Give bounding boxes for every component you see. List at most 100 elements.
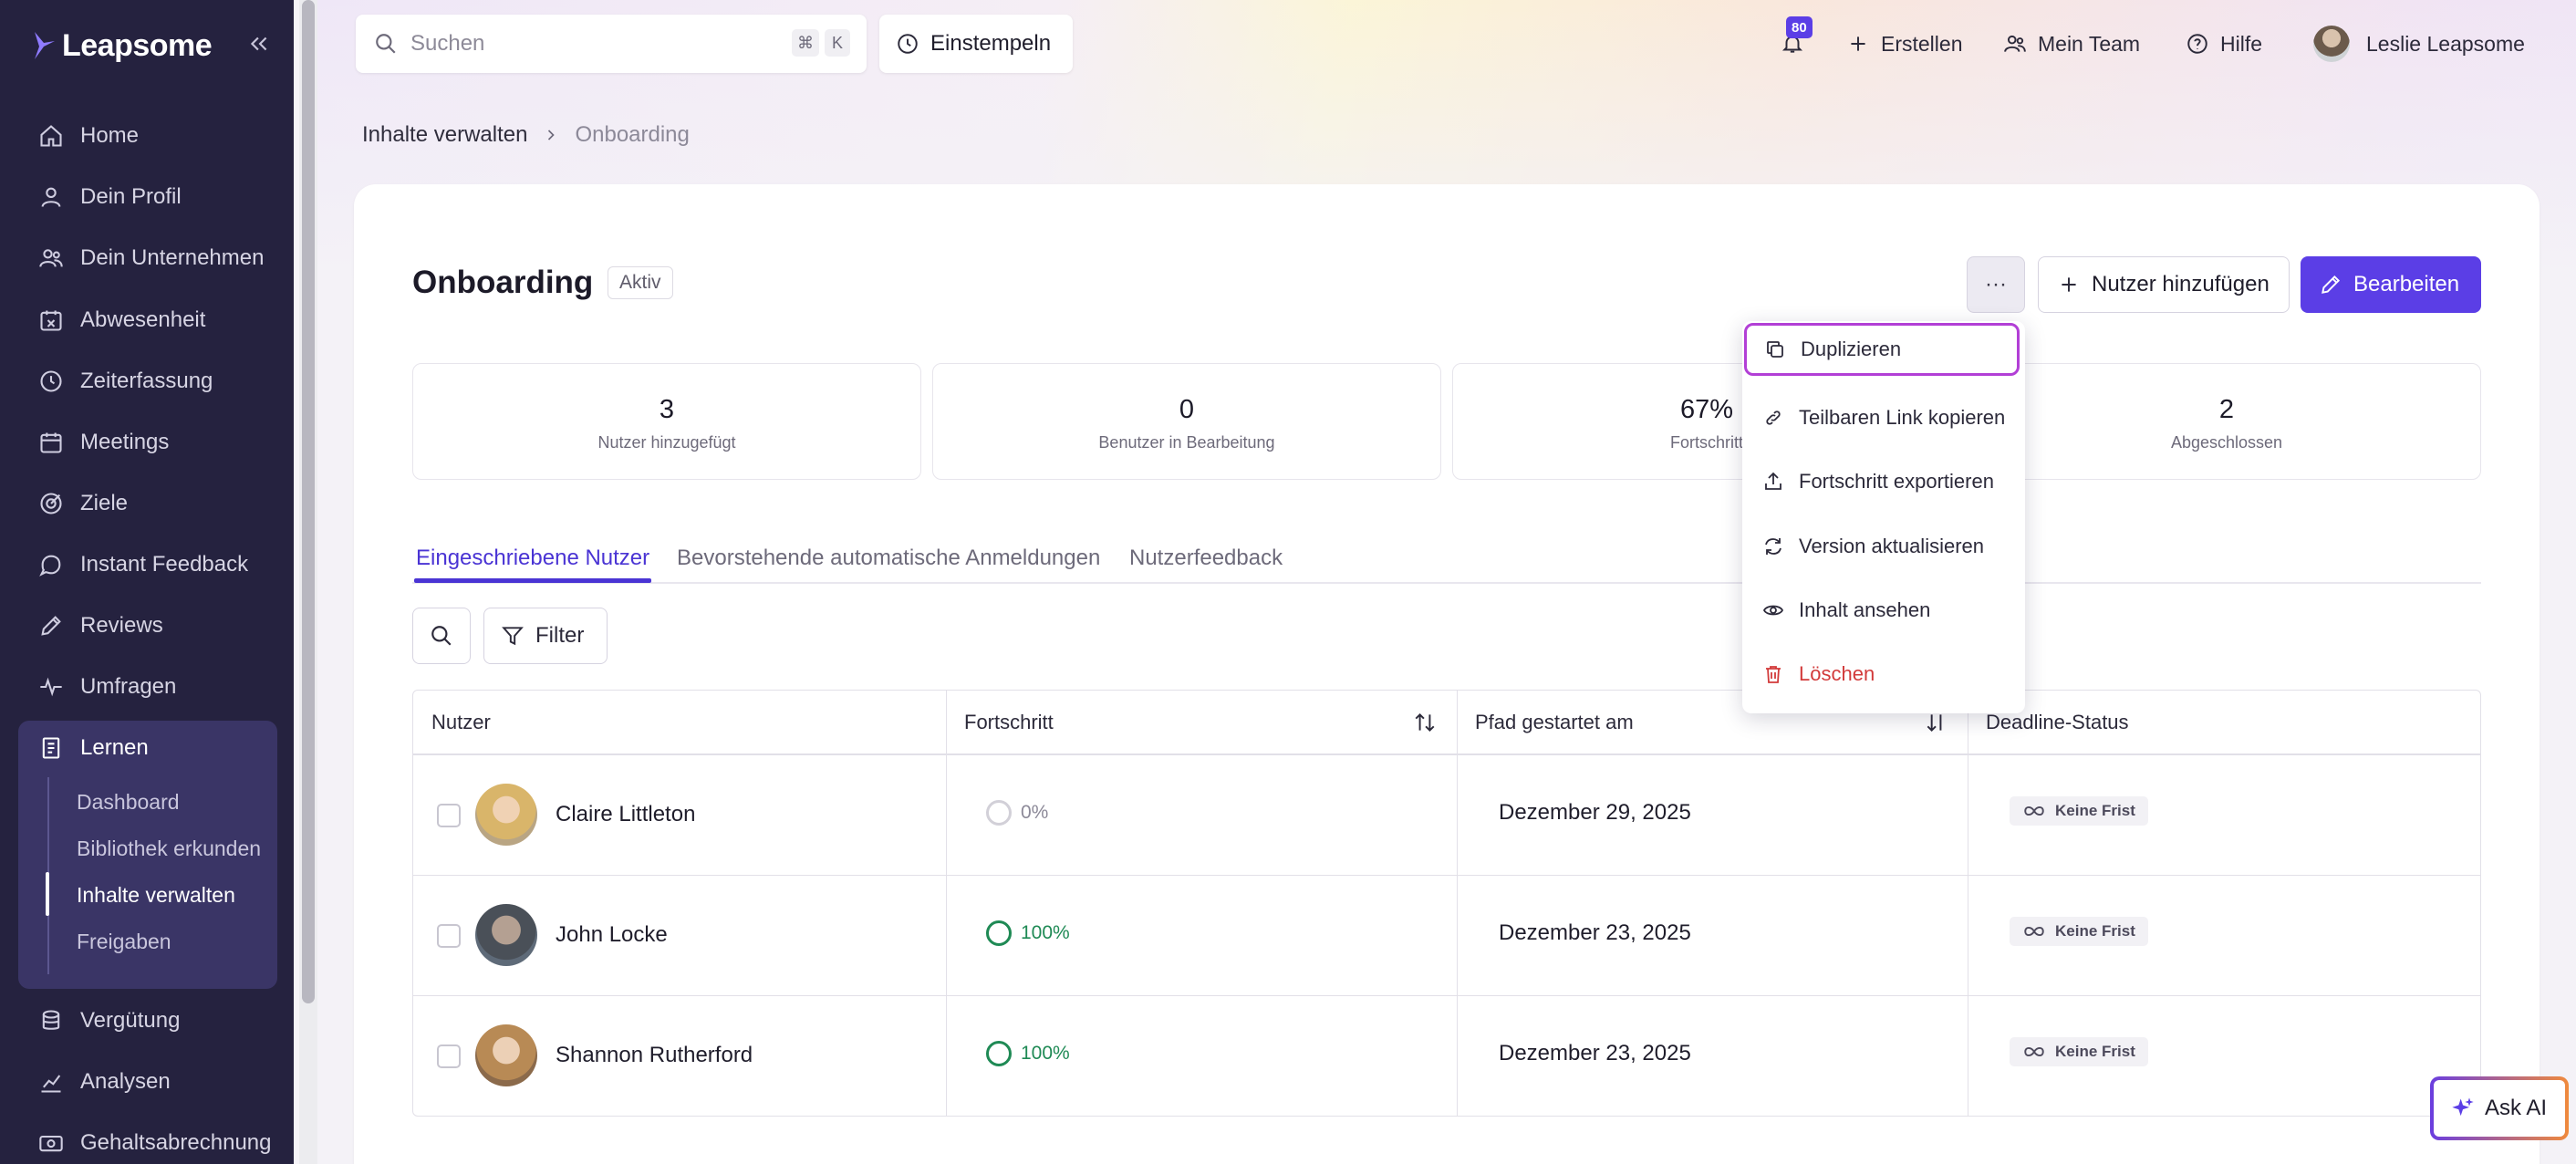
subnav-item-approvals[interactable]: Freigaben	[77, 919, 171, 964]
search-icon	[376, 34, 396, 54]
sort-icon[interactable]	[1413, 711, 1437, 734]
menu-item-copy-share-link[interactable]: Teilbaren Link kopieren	[1742, 391, 2025, 444]
subnav-active-indicator	[46, 872, 49, 916]
help-icon	[2187, 34, 2207, 54]
shortcut-key-cmd: ⌘	[792, 29, 819, 57]
tab-enrolled-users[interactable]: Eingeschriebene Nutzer	[416, 535, 649, 582]
menu-item-duplicate[interactable]: Duplizieren	[1744, 323, 2020, 376]
edit-label: Bearbeiten	[2353, 272, 2460, 296]
clock-in-label: Einstempeln	[930, 31, 1052, 56]
menu-item-export-progress[interactable]: Fortschritt exportieren	[1742, 455, 2025, 508]
user-name[interactable]: Shannon Rutherford	[556, 1043, 753, 1068]
ask-ai-button[interactable]: Ask AI	[2430, 1076, 2569, 1140]
column-header-user[interactable]: Nutzer	[413, 691, 946, 754]
sidebar-item-learning[interactable]: Lernen	[18, 722, 275, 774]
sidebar-item-home[interactable]: Home	[18, 110, 275, 161]
search-input[interactable]: Suchen ⌘ K	[356, 15, 867, 73]
page-title: Onboarding	[412, 265, 594, 300]
pulse-icon	[40, 677, 62, 697]
row-checkbox[interactable]	[437, 924, 461, 948]
sidebar-item-analytics[interactable]: Analysen	[18, 1056, 275, 1107]
tab-user-feedback[interactable]: Nutzerfeedback	[1129, 535, 1283, 582]
subnav-item-manage-content[interactable]: Inhalte verwalten	[77, 872, 235, 918]
started-date: Dezember 29, 2025	[1499, 800, 1691, 825]
stat-users-added: 3 Nutzer hinzugefügt	[412, 363, 921, 480]
subnav-item-library[interactable]: Bibliothek erkunden	[77, 826, 261, 871]
sidebar-item-meetings[interactable]: Meetings	[18, 417, 275, 468]
progress-cell: 0%	[986, 800, 1048, 826]
app-name: Leapsome	[62, 27, 213, 63]
more-options-button[interactable]: ···	[1967, 256, 2025, 313]
tab-upcoming-auto-enrollments[interactable]: Bevorstehende automatische Anmeldungen	[677, 535, 1100, 582]
menu-item-update-version[interactable]: Version aktualisieren	[1742, 520, 2025, 573]
plus-icon	[1851, 36, 1865, 51]
sidebar-item-profile[interactable]: Dein Profil	[18, 171, 275, 223]
coins-icon	[42, 1010, 60, 1030]
menu-item-label: Löschen	[1799, 662, 1875, 685]
checkbox[interactable]	[437, 1044, 461, 1068]
filter-button[interactable]: Filter	[483, 608, 608, 664]
clock-icon	[898, 34, 918, 54]
row-checkbox[interactable]	[437, 1044, 461, 1068]
active-tab-indicator	[414, 578, 651, 583]
app-logo[interactable]: Leapsome	[31, 27, 213, 64]
menu-item-label: Version aktualisieren	[1799, 535, 1985, 557]
deadline-badge: Keine Frist	[2010, 917, 2148, 946]
my-team-button[interactable]: Mein Team	[2003, 22, 2140, 66]
row-checkbox[interactable]	[437, 804, 461, 827]
scrollbar-thumb[interactable]	[302, 0, 315, 1003]
breadcrumb-current: Onboarding	[575, 122, 690, 147]
sidebar-item-surveys[interactable]: Umfragen	[18, 661, 275, 712]
home-icon	[40, 125, 62, 147]
add-user-button[interactable]: Nutzer hinzufügen	[2038, 256, 2290, 313]
chart-icon	[41, 1075, 61, 1093]
column-header-deadline-status[interactable]: Deadline-Status	[1968, 691, 2480, 754]
deadline-label: Keine Frist	[2055, 922, 2135, 940]
menu-item-view-content[interactable]: Inhalt ansehen	[1742, 584, 2025, 637]
chevrons-left-icon	[250, 36, 267, 51]
create-button[interactable]: Erstellen	[1846, 22, 1962, 66]
deadline-badge: Keine Frist	[2010, 796, 2148, 826]
checkbox[interactable]	[437, 804, 461, 827]
column-header-progress[interactable]: Fortschritt	[946, 691, 1457, 754]
table-search-button[interactable]	[412, 608, 471, 664]
sidebar-item-instant-feedback[interactable]: Instant Feedback	[18, 539, 275, 590]
sidebar-item-payroll[interactable]: Gehaltsabrechnung	[18, 1117, 275, 1164]
checkbox[interactable]	[437, 924, 461, 948]
user-menu-button[interactable]: Leslie Leapsome	[2313, 22, 2525, 66]
pencil-icon	[2322, 275, 2341, 294]
target-icon	[40, 493, 62, 514]
sidebar-item-absence[interactable]: Abwesenheit	[18, 295, 275, 346]
sidebar-scrollbar[interactable]	[299, 0, 317, 1164]
user-cell: John Locke	[475, 904, 668, 966]
filter-icon	[502, 627, 524, 646]
clock-in-button[interactable]: Einstempeln	[879, 15, 1073, 73]
sidebar-item-label: Analysen	[80, 1069, 171, 1094]
menu-item-label: Teilbaren Link kopieren	[1799, 406, 2006, 429]
sidebar-item-company[interactable]: Dein Unternehmen	[18, 233, 275, 284]
breadcrumb-parent-link[interactable]: Inhalte verwalten	[362, 122, 527, 148]
stat-completed: 2 Abgeschlossen	[1972, 363, 2481, 480]
menu-item-label: Inhalt ansehen	[1799, 598, 1931, 621]
subnav-item-dashboard[interactable]: Dashboard	[77, 779, 180, 825]
sidebar-item-goals[interactable]: Ziele	[18, 478, 275, 529]
money-icon	[39, 1135, 63, 1152]
sidebar-item-reviews[interactable]: Reviews	[18, 600, 275, 651]
breadcrumb: Inhalte verwalten Onboarding	[362, 122, 690, 148]
progress-ring-icon	[986, 920, 1012, 946]
users-icon	[2004, 35, 2026, 52]
help-button[interactable]: Hilfe	[2186, 22, 2262, 66]
row-divider	[413, 875, 2480, 876]
menu-item-delete[interactable]: Löschen	[1742, 648, 2025, 701]
menu-item-label: Fortschritt exportieren	[1799, 470, 1994, 493]
infinity-icon	[2024, 805, 2044, 816]
user-name[interactable]: Claire Littleton	[556, 802, 695, 827]
collapse-sidebar-button[interactable]	[244, 29, 274, 58]
user-name[interactable]: John Locke	[556, 922, 668, 948]
sidebar-item-compensation[interactable]: Vergütung	[18, 995, 275, 1046]
sidebar-item-time-tracking[interactable]: Zeiterfassung	[18, 356, 275, 407]
more-options-menu: Duplizieren Teilbaren Link kopieren Fort…	[1742, 321, 2025, 713]
edit-button[interactable]: Bearbeiten	[2301, 256, 2481, 313]
sidebar-item-label: Lernen	[80, 735, 149, 760]
sort-descending-icon[interactable]	[1924, 711, 1948, 734]
